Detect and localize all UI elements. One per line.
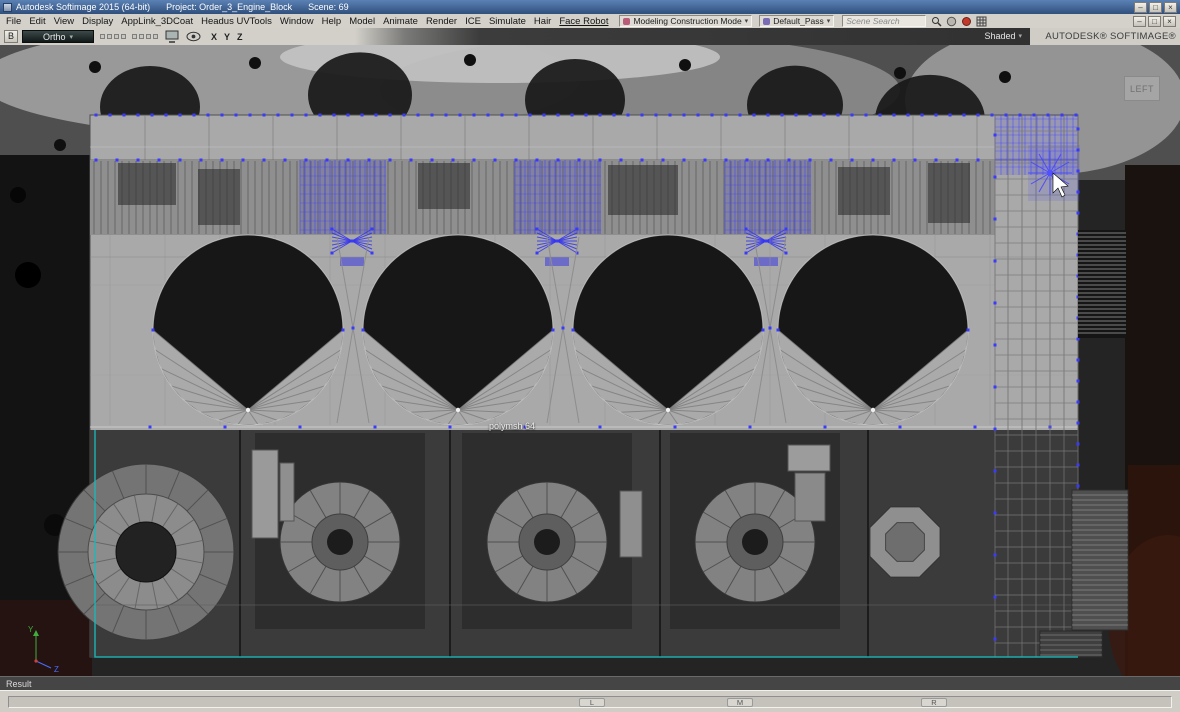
record-icon[interactable] xyxy=(960,14,974,28)
pass-label: Default_Pass xyxy=(773,16,824,26)
menu-render[interactable]: Render xyxy=(422,16,461,27)
memo-cam-slot[interactable] xyxy=(100,34,105,39)
mouse-left-button[interactable]: L xyxy=(579,698,605,707)
layout-restore-icon[interactable]: □ xyxy=(1148,15,1161,27)
title-bar: Autodesk Softimage 2015 (64-bit) Project… xyxy=(0,0,1180,14)
window-controls: – □ × xyxy=(1134,1,1177,13)
memo-cam-slot[interactable] xyxy=(107,34,112,39)
monitor-icon[interactable] xyxy=(165,30,179,43)
viewport-canvas[interactable] xyxy=(0,45,1180,676)
menu-window[interactable]: Window xyxy=(276,16,318,27)
axis-y-button[interactable]: Y xyxy=(224,32,230,42)
memo-cam-slot[interactable] xyxy=(139,34,144,39)
memo-cam-slot[interactable] xyxy=(121,34,126,39)
b-viewport-button[interactable]: B xyxy=(4,30,18,43)
menu-model[interactable]: Model xyxy=(345,16,379,27)
view-orientation-badge: LEFT xyxy=(1124,76,1160,101)
menu-face-robot[interactable]: Face Robot xyxy=(555,16,612,27)
layout-window-controls: – □ × xyxy=(1133,15,1178,27)
memo-cam-slot[interactable] xyxy=(153,34,158,39)
menu-file[interactable]: File xyxy=(2,16,25,27)
menu-animate[interactable]: Animate xyxy=(379,16,422,27)
mouse-middle-button[interactable]: M xyxy=(727,698,753,707)
memo-cam-slot[interactable] xyxy=(146,34,151,39)
softimage-window: Autodesk Softimage 2015 (64-bit) Project… xyxy=(0,0,1180,712)
construction-mode-label: Modeling Construction Mode xyxy=(633,16,742,26)
grid-icon[interactable] xyxy=(975,14,989,28)
chevron-down-icon: ▾ xyxy=(826,18,831,25)
view-type-select[interactable]: Ortho ▾ xyxy=(22,30,94,43)
status-message: Result xyxy=(6,678,32,689)
memo-cam-slot[interactable] xyxy=(132,34,137,39)
close-icon[interactable]: × xyxy=(1164,1,1177,13)
menu-help[interactable]: Help xyxy=(318,16,346,27)
menu-bar: File Edit View Display AppLink_3DCoat He… xyxy=(0,14,1180,28)
construction-mode-select[interactable]: Modeling Construction Mode ▾ xyxy=(619,15,753,27)
chevron-down-icon: ▾ xyxy=(69,33,74,41)
menu-edit[interactable]: Edit xyxy=(25,16,49,27)
magnifier-icon[interactable] xyxy=(930,14,944,28)
memo-cam-group xyxy=(132,34,158,39)
status-bar: Result xyxy=(0,676,1180,690)
view-type-label: Ortho xyxy=(42,31,66,42)
eye-icon[interactable] xyxy=(186,31,201,42)
sphere-icon[interactable] xyxy=(945,14,959,28)
viewport: LEFT polymsh 64 Y Z xyxy=(0,45,1180,676)
menu-display[interactable]: Display xyxy=(78,16,117,27)
search-input[interactable] xyxy=(842,15,927,27)
shading-mode-select[interactable]: Shaded ▾ xyxy=(984,31,1022,41)
construction-mode-icon xyxy=(623,17,631,25)
menu-view[interactable]: View xyxy=(50,16,78,27)
window-title: Autodesk Softimage 2015 (64-bit) xyxy=(16,2,151,12)
mouse-right-button[interactable]: R xyxy=(921,698,947,707)
mesh-name-label: polymsh 64 xyxy=(489,421,536,431)
pass-icon xyxy=(763,17,771,25)
layout-close-icon[interactable]: × xyxy=(1163,15,1176,27)
menu-hair[interactable]: Hair xyxy=(530,16,555,27)
memo-cam-group xyxy=(100,34,126,39)
project-label: Project: Order_3_Engine_Block xyxy=(166,2,293,12)
mouse-hint-track[interactable]: L M R xyxy=(8,696,1172,708)
axis-lock-group: X Y Z xyxy=(211,32,243,42)
axis-x-button[interactable]: X xyxy=(211,32,217,42)
menu-applink-3dcoat[interactable]: AppLink_3DCoat xyxy=(117,16,197,27)
layout-minimize-icon[interactable]: – xyxy=(1133,15,1146,27)
menu-headus-uvtools[interactable]: Headus UVTools xyxy=(197,16,276,27)
bottom-bar: L M R xyxy=(0,690,1180,712)
axis-z-label: Z xyxy=(54,665,59,673)
maximize-icon[interactable]: □ xyxy=(1149,1,1162,13)
axis-indicator: Y Z xyxy=(28,625,59,673)
brand-logo: AUTODESK® SOFTIMAGE® xyxy=(1030,28,1180,45)
chevron-down-icon: ▾ xyxy=(744,18,749,25)
scene-search xyxy=(842,14,944,28)
app-icon xyxy=(3,2,12,12)
pass-select[interactable]: Default_Pass ▾ xyxy=(759,15,835,27)
memo-cam-slot[interactable] xyxy=(114,34,119,39)
menu-ice[interactable]: ICE xyxy=(461,16,485,27)
minimize-icon[interactable]: – xyxy=(1134,1,1147,13)
axis-z-button[interactable]: Z xyxy=(237,32,243,42)
menu-simulate[interactable]: Simulate xyxy=(485,16,530,27)
chevron-down-icon: ▾ xyxy=(1018,33,1022,40)
axis-y-label: Y xyxy=(28,625,34,634)
shading-mode-label: Shaded xyxy=(984,31,1016,41)
viewport-header: B Ortho ▾ X Y Z Shaded ▾ AUTODESK® SOFTI… xyxy=(0,28,1180,45)
scene-label: Scene: 69 xyxy=(308,2,349,12)
